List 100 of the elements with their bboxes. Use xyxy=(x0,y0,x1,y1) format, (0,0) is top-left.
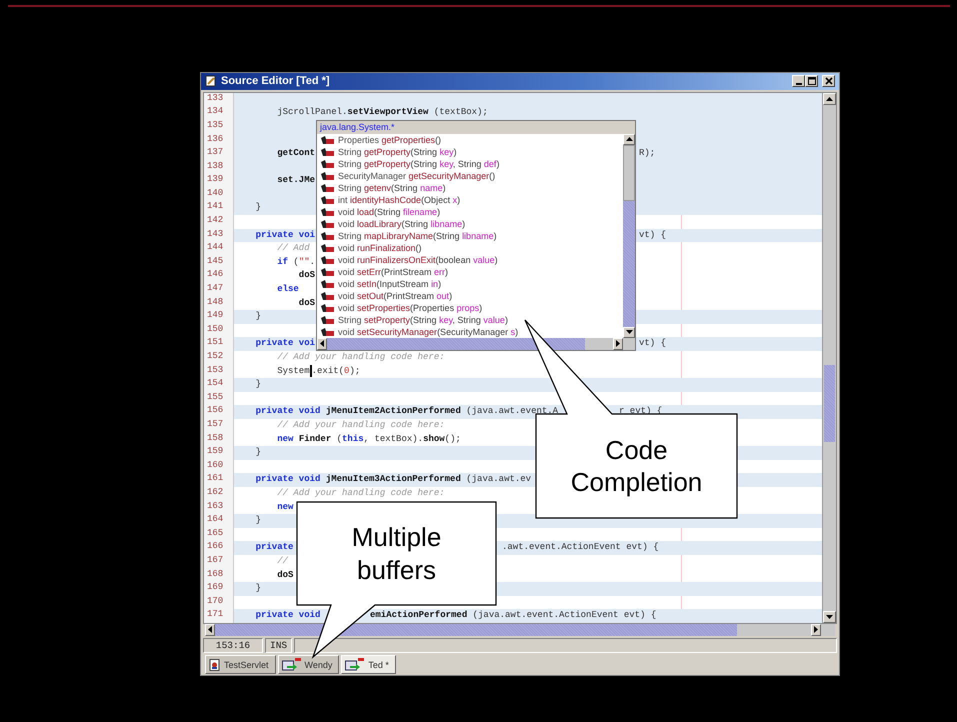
method-signature[interactable]: void loadLibrary(String libname) xyxy=(338,218,466,229)
method-icon xyxy=(321,184,335,192)
scroll-left-icon[interactable] xyxy=(205,624,215,636)
callout-text: Multiple buffers xyxy=(350,521,442,586)
scroll-right-icon[interactable] xyxy=(811,624,821,636)
method-signature[interactable]: int identityHashCode(Object x) xyxy=(338,194,460,205)
class-icon xyxy=(345,658,366,672)
line-number: 163 xyxy=(206,500,224,513)
code-text: emiActionPerformed (java.awt.event.ActionEvent evt) { xyxy=(370,609,656,622)
code-text: private void xyxy=(254,609,320,622)
line-number: 151 xyxy=(206,337,224,350)
method-signature[interactable]: void setIn(InputStream in) xyxy=(338,278,442,289)
line-number: 155 xyxy=(206,392,224,404)
line-number: 140 xyxy=(206,188,224,200)
method-signature[interactable]: void load(String filename) xyxy=(338,206,440,217)
minimize-button[interactable] xyxy=(792,75,805,88)
method-icon xyxy=(321,196,335,204)
callout-text: Code Completion xyxy=(570,434,704,498)
code-text: // xyxy=(276,554,288,568)
method-icon xyxy=(321,328,335,336)
line-number: 149 xyxy=(206,310,224,322)
scroll-up-icon[interactable] xyxy=(623,134,635,145)
servlet-icon xyxy=(209,658,221,671)
code-text: private voi xyxy=(254,228,316,242)
method-signature[interactable]: Properties getProperties() xyxy=(338,134,442,145)
method-icon xyxy=(321,280,335,288)
close-icon xyxy=(824,77,832,86)
code-text: // Add your handling code here: xyxy=(276,486,445,500)
scrollbar-thumb[interactable] xyxy=(824,364,835,442)
code-text: } xyxy=(254,310,262,324)
window-title: Source Editor [Ted *] xyxy=(221,75,330,88)
code-text: getCont xyxy=(276,147,316,160)
method-signature[interactable]: String setProperty(String key, String value) xyxy=(338,314,508,325)
method-signature[interactable]: void setProperties(Properties props) xyxy=(338,302,482,313)
line-number: 138 xyxy=(206,160,224,173)
line-number: 148 xyxy=(206,296,224,309)
code-text: } xyxy=(254,378,262,392)
editor-tab[interactable]: TestServlet xyxy=(205,655,276,674)
line-number: 145 xyxy=(206,256,224,268)
line-number: 162 xyxy=(206,486,224,499)
code-text: } xyxy=(254,446,262,460)
line-number: 135 xyxy=(206,120,224,132)
code-text: doS xyxy=(298,269,316,282)
code-text: } xyxy=(254,201,262,214)
scroll-left-icon[interactable] xyxy=(317,338,327,350)
method-icon xyxy=(321,316,335,324)
line-number: 156 xyxy=(206,405,224,418)
line-number: 161 xyxy=(206,473,224,486)
line-number: 153 xyxy=(206,364,224,377)
scroll-up-icon[interactable] xyxy=(823,92,836,105)
method-signature[interactable]: SecurityManager getSecurityManager() xyxy=(338,170,496,181)
method-icon xyxy=(321,208,335,216)
insert-mode: INS xyxy=(265,638,292,654)
method-icon xyxy=(321,304,335,312)
method-signature[interactable]: void setOut(PrintStream out) xyxy=(338,290,452,301)
line-number: 159 xyxy=(206,446,224,458)
code-text: doS xyxy=(276,568,294,582)
scrollbar-thumb[interactable] xyxy=(623,144,635,201)
completion-header: java.lang.System.* xyxy=(318,120,396,134)
method-signature[interactable]: String getProperty(String key) xyxy=(338,146,457,157)
method-icon xyxy=(321,220,335,228)
vertical-scrollbar[interactable] xyxy=(623,134,635,338)
code-text: private void jMenuItem2ActionPerformed (java.awt.event.A xyxy=(254,405,558,418)
maximize-icon xyxy=(808,77,816,86)
code-text: } xyxy=(254,514,262,528)
line-number: 152 xyxy=(206,351,224,364)
code-text: if ("". xyxy=(276,256,316,269)
method-signature[interactable]: void setErr(PrintStream err) xyxy=(338,266,448,277)
method-signature[interactable]: String mapLibraryName(String libname) xyxy=(338,230,497,241)
method-icon xyxy=(321,160,335,168)
vertical-scrollbar[interactable] xyxy=(822,92,836,623)
line-number: 150 xyxy=(206,324,224,336)
line-number: 171 xyxy=(206,609,224,622)
line-number: 142 xyxy=(206,215,224,228)
code-text: new xyxy=(276,500,294,514)
method-signature[interactable]: void setSecurityManager(SecurityManager s) xyxy=(338,326,518,337)
method-icon xyxy=(321,136,335,144)
editor-tab[interactable]: Ted * xyxy=(341,655,396,674)
scroll-down-icon[interactable] xyxy=(823,610,836,623)
close-button[interactable] xyxy=(822,75,835,88)
code-text: else xyxy=(276,283,299,296)
code-text: new Finder (this, textBox).show(); xyxy=(276,432,461,446)
scroll-down-icon[interactable] xyxy=(623,326,635,338)
document-icon xyxy=(205,75,217,88)
method-signature[interactable]: void runFinalizersOnExit(boolean value) xyxy=(338,254,498,265)
method-icon xyxy=(321,172,335,180)
editor-tab[interactable]: Wendy xyxy=(278,655,340,674)
method-signature[interactable]: void runFinalization() xyxy=(338,242,422,253)
line-number: 167 xyxy=(206,554,224,567)
method-icon xyxy=(321,148,335,156)
code-text: vt) { xyxy=(639,228,666,242)
code-text: doS xyxy=(298,296,316,310)
code-text: private xyxy=(254,541,294,554)
method-signature[interactable]: String getenv(String name) xyxy=(338,182,446,193)
scroll-right-icon[interactable] xyxy=(613,338,623,350)
method-signature[interactable]: String getProperty(String key, String def) xyxy=(338,158,500,169)
maximize-button[interactable] xyxy=(805,75,818,88)
line-number: 164 xyxy=(206,514,224,526)
line-number: 160 xyxy=(206,460,224,472)
code-text: .exit(0); xyxy=(312,364,360,378)
